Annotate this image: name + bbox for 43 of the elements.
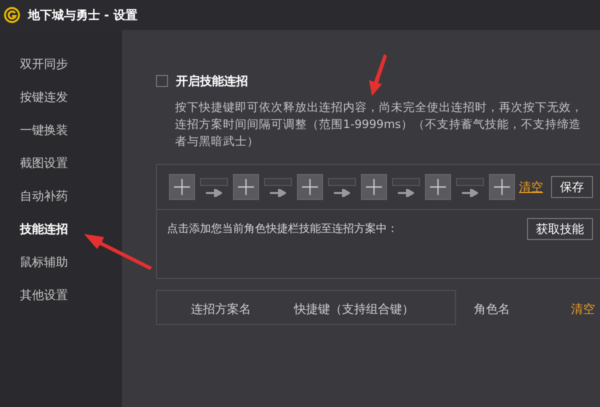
- plus-icon: [366, 179, 382, 195]
- arrow-icon: [462, 188, 478, 196]
- sidebar-item[interactable]: 技能连招: [20, 219, 122, 239]
- interval-field[interactable]: [328, 178, 356, 186]
- arrow-icon: [334, 188, 350, 196]
- column-header: 角色名: [474, 301, 510, 318]
- add-skill-button[interactable]: [233, 174, 259, 200]
- sidebar-item[interactable]: 截图设置: [20, 153, 122, 173]
- checkbox[interactable]: [156, 75, 168, 87]
- sidebar-item[interactable]: 双开同步: [20, 54, 122, 74]
- add-skill-button[interactable]: [297, 174, 323, 200]
- arrow-icon: [398, 188, 414, 196]
- add-skill-button[interactable]: [425, 174, 451, 200]
- add-skill-button[interactable]: [489, 174, 515, 200]
- save-button[interactable]: 保存: [551, 176, 593, 198]
- description-text: 按下快捷键即可依次释放出连招内容，尚未完全使出连招时，再次按下无效，连招方案时间间隔可调整（范围1-9999ms）（不支持蓄气技能，不支持缔造者与黑暗武士）: [175, 99, 584, 150]
- clear-link[interactable]: 清空: [519, 178, 543, 196]
- add-skill-button[interactable]: [169, 174, 195, 200]
- plus-icon: [238, 179, 254, 195]
- plus-icon: [302, 179, 318, 195]
- sidebar-item[interactable]: 按键连发: [20, 87, 122, 107]
- add-skill-button[interactable]: [361, 174, 387, 200]
- interval-field[interactable]: [456, 178, 484, 186]
- plus-icon: [494, 179, 510, 195]
- app-logo-icon: [4, 7, 20, 23]
- window-title: 地下城与勇士 - 设置: [28, 7, 138, 24]
- sidebar-item[interactable]: 自动补药: [20, 186, 122, 206]
- interval-field[interactable]: [392, 178, 420, 186]
- plus-icon: [174, 179, 190, 195]
- plus-icon: [430, 179, 446, 195]
- interval-field[interactable]: [200, 178, 228, 186]
- sidebar-item[interactable]: 其他设置: [20, 285, 122, 305]
- fetch-skills-button[interactable]: 获取技能: [527, 218, 593, 240]
- column-header: 快捷键（支持组合键）: [294, 301, 414, 318]
- column-header[interactable]: 清空: [571, 300, 595, 318]
- sidebar-item[interactable]: 鼠标辅助: [20, 252, 122, 272]
- checkbox-label: 开启技能连招: [176, 73, 248, 90]
- column-header: 连招方案名: [191, 301, 251, 318]
- sidebar-item[interactable]: 一键换装: [20, 120, 122, 140]
- arrow-icon: [206, 188, 222, 196]
- arrow-icon: [270, 188, 286, 196]
- hint-text: 点击添加您当前角色快捷栏技能至连招方案中：: [167, 221, 398, 237]
- interval-field[interactable]: [264, 178, 292, 186]
